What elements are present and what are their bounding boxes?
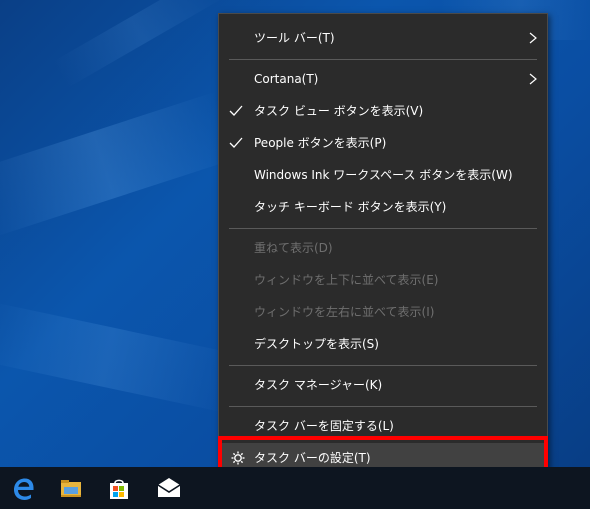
menu-item-label: ウィンドウを上下に並べて表示(E) xyxy=(254,273,439,287)
menu-item-show-desktop[interactable]: デスクトップを表示(S) xyxy=(219,329,547,359)
menu-item-label: People ボタンを表示(P) xyxy=(254,136,387,150)
menu-separator xyxy=(229,228,537,229)
menu-item-cortana[interactable]: Cortana(T) xyxy=(219,64,547,94)
menu-item-touch-keyboard[interactable]: タッチ キーボード ボタンを表示(Y) xyxy=(219,192,547,222)
taskbar[interactable] xyxy=(0,467,590,509)
wallpaper-light-beam xyxy=(0,91,239,239)
menu-item-stack: ウィンドウを上下に並べて表示(E) xyxy=(219,265,547,295)
menu-item-label: ウィンドウを左右に並べて表示(I) xyxy=(254,305,435,319)
desktop: ツール バー(T) Cortana(T) タスク ビュー ボタンを表示(V) P… xyxy=(0,0,590,509)
menu-item-label: ツール バー(T) xyxy=(254,31,335,45)
menu-separator xyxy=(229,59,537,60)
menu-item-label: Windows Ink ワークスペース ボタンを表示(W) xyxy=(254,168,513,182)
menu-item-label: タッチ キーボード ボタンを表示(Y) xyxy=(254,200,447,214)
menu-item-side-by-side: ウィンドウを左右に並べて表示(I) xyxy=(219,297,547,327)
menu-item-lock-taskbar[interactable]: タスク バーを固定する(L) xyxy=(219,411,547,441)
file-explorer-icon[interactable] xyxy=(56,473,86,503)
mail-icon[interactable] xyxy=(154,473,184,503)
taskbar-context-menu: ツール バー(T) Cortana(T) タスク ビュー ボタンを表示(V) P… xyxy=(218,13,548,481)
checkmark-icon xyxy=(229,105,243,116)
menu-item-people[interactable]: People ボタンを表示(P) xyxy=(219,128,547,158)
menu-item-label: デスクトップを表示(S) xyxy=(254,337,379,351)
wallpaper-light-beam xyxy=(52,0,224,88)
menu-item-task-view[interactable]: タスク ビュー ボタンを表示(V) xyxy=(219,96,547,126)
wallpaper-light-beam xyxy=(0,300,241,414)
checkmark-icon xyxy=(229,137,243,148)
chevron-right-icon xyxy=(529,73,537,85)
edge-icon[interactable] xyxy=(8,473,38,503)
gear-icon xyxy=(231,451,245,465)
menu-item-label: 重ねて表示(D) xyxy=(254,241,333,255)
menu-separator xyxy=(229,365,537,366)
menu-item-label: タスク ビュー ボタンを表示(V) xyxy=(254,104,424,118)
menu-item-windows-ink[interactable]: Windows Ink ワークスペース ボタンを表示(W) xyxy=(219,160,547,190)
menu-separator xyxy=(229,406,537,407)
menu-item-task-manager[interactable]: タスク マネージャー(K) xyxy=(219,370,547,400)
menu-item-label: タスク バーを固定する(L) xyxy=(254,419,394,433)
chevron-right-icon xyxy=(529,32,537,44)
menu-item-cascade: 重ねて表示(D) xyxy=(219,233,547,263)
menu-item-label: タスク マネージャー(K) xyxy=(254,378,383,392)
menu-item-label: Cortana(T) xyxy=(254,72,319,86)
menu-item-toolbars[interactable]: ツール バー(T) xyxy=(219,23,547,53)
store-icon[interactable] xyxy=(104,473,134,503)
